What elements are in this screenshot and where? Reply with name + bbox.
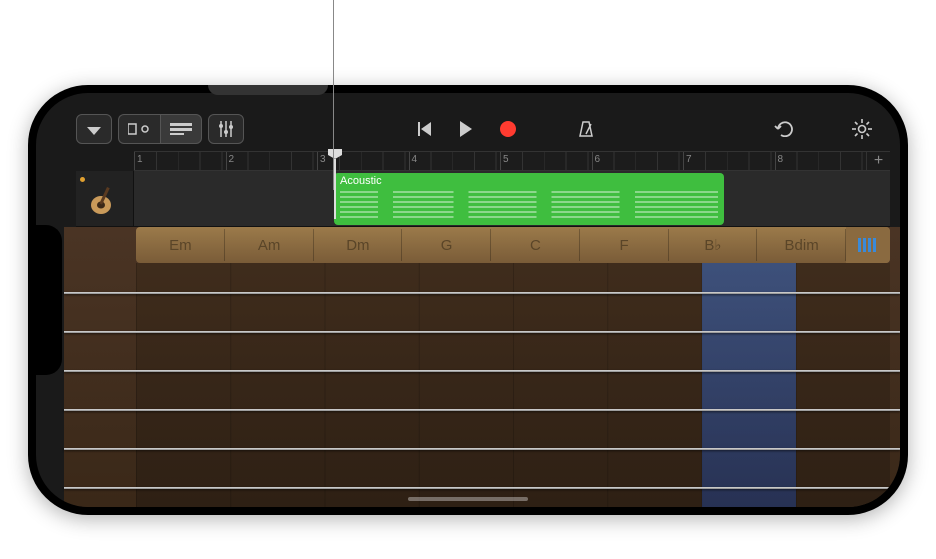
go-to-start-button[interactable] <box>406 114 442 144</box>
chord-button-em[interactable]: Em <box>136 227 225 263</box>
string-4[interactable] <box>64 409 900 411</box>
view-toggle-group <box>118 114 202 144</box>
bar-label: 4 <box>412 154 418 165</box>
guitar-icon <box>87 181 123 217</box>
bar-label: 3 <box>320 154 326 165</box>
string-5[interactable] <box>64 448 900 450</box>
bar-label: 8 <box>778 154 784 165</box>
string-6[interactable] <box>64 487 900 489</box>
chord-button-bdim[interactable]: Bdim <box>757 227 846 263</box>
metronome-button[interactable] <box>568 114 604 144</box>
record-icon <box>500 121 516 137</box>
timeline-ruler[interactable]: 1 2 3 4 5 6 7 8 + <box>134 151 890 171</box>
midi-notes-preview <box>340 191 718 221</box>
bar-label: 1 <box>137 154 143 165</box>
mixer-button[interactable] <box>208 114 244 144</box>
chord-button-dm[interactable]: Dm <box>314 227 403 263</box>
add-section-button[interactable]: + <box>866 152 890 170</box>
bar-label: 2 <box>229 154 235 165</box>
browser-menu-button[interactable] <box>76 114 112 144</box>
record-button[interactable] <box>490 114 526 144</box>
chord-button-g[interactable]: G <box>402 227 491 263</box>
chord-button-c[interactable]: C <box>491 227 580 263</box>
bar-label: 5 <box>503 154 509 165</box>
chord-strip: Em Am Dm G C F B♭ Bdim <box>136 227 890 263</box>
track-view-button[interactable] <box>118 114 160 144</box>
region-label: Acoustic <box>334 173 724 189</box>
play-button[interactable] <box>448 114 484 144</box>
bar-label: 6 <box>595 154 601 165</box>
fretboard: Em Am Dm G C F B♭ Bdim <box>64 227 900 507</box>
notch <box>36 225 62 375</box>
chord-button-am[interactable]: Am <box>225 227 314 263</box>
string-3[interactable] <box>64 370 900 372</box>
region-view-button[interactable] <box>160 114 202 144</box>
record-armed-indicator <box>80 177 85 182</box>
toolbar <box>76 109 880 149</box>
track-header[interactable] <box>76 171 134 226</box>
autoplay-selector[interactable] <box>846 227 890 263</box>
home-indicator[interactable] <box>408 497 528 501</box>
callout-line <box>333 0 334 190</box>
strings[interactable] <box>64 263 900 507</box>
undo-button[interactable] <box>766 114 802 144</box>
bar-label: 7 <box>686 154 692 165</box>
phone-frame: 1 2 3 4 5 6 7 8 + Acoustic <box>28 85 908 515</box>
chord-button-bb[interactable]: B♭ <box>669 227 758 263</box>
app-screen: 1 2 3 4 5 6 7 8 + Acoustic <box>36 93 900 507</box>
track-row: Acoustic <box>76 171 890 227</box>
settings-button[interactable] <box>844 114 880 144</box>
playhead[interactable] <box>328 149 342 159</box>
string-2[interactable] <box>64 331 900 333</box>
midi-region[interactable]: Acoustic <box>334 173 724 225</box>
chord-button-f[interactable]: F <box>580 227 669 263</box>
string-1[interactable] <box>64 292 900 294</box>
